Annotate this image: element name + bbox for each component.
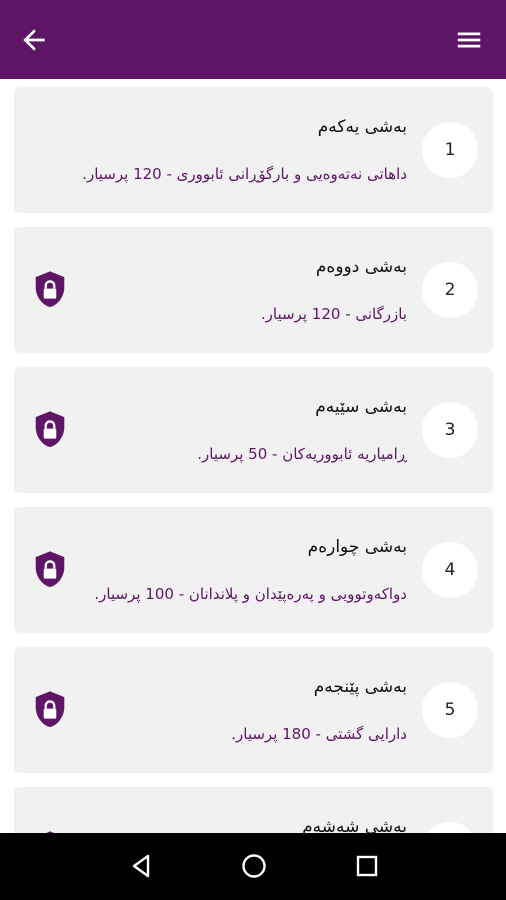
section-title: بەشی سێیەم	[315, 397, 407, 417]
section-title: بەشی پێنجەم	[313, 677, 407, 697]
section-card-2[interactable]: 2 بەشی دووەم بازرگانی - 120 پرسیار.	[14, 227, 493, 353]
section-card-1[interactable]: 1 بەشی یەکەم داهاتی نەتەوەیی و بارگۆڕانی…	[14, 87, 493, 213]
section-card-5[interactable]: 5 بەشی پێنجەم دارایی گشتی - 180 پرسیار.	[14, 647, 493, 773]
section-subtitle: داهاتی نەتەوەیی و بارگۆڕانی ئابووری - 12…	[82, 165, 407, 183]
lock-shield-icon	[35, 271, 65, 308]
section-number: 3	[422, 402, 478, 458]
section-card-3[interactable]: 3 بەشی سێیەم ڕامیاریە ئابووریەکان - 50 پ…	[14, 367, 493, 493]
nav-home-icon[interactable]	[239, 851, 269, 881]
section-number: 1	[422, 122, 478, 178]
nav-back-icon[interactable]	[126, 851, 156, 881]
section-number: 5	[422, 682, 478, 738]
section-subtitle: بازرگانی - 120 پرسیار.	[260, 305, 407, 323]
section-number: 2	[422, 262, 478, 318]
lock-shield-icon	[35, 691, 65, 728]
section-card-6[interactable]: 6 بەشی شەشەم	[14, 787, 493, 833]
section-subtitle: ڕامیاریە ئابووریەکان - 50 پرسیار.	[197, 445, 407, 463]
section-number: 4	[422, 542, 478, 598]
app-bar	[0, 0, 506, 79]
lock-shield-icon	[35, 411, 65, 448]
section-title: بەشی دووەم	[315, 257, 407, 277]
section-title: بەشی چوارەم	[307, 537, 407, 557]
hamburger-menu-icon[interactable]	[454, 25, 484, 55]
section-card-4[interactable]: 4 بەشی چوارەم دواکەوتوویی و پەرەپێدان و …	[14, 507, 493, 633]
lock-shield-icon	[35, 551, 65, 588]
arrow-left-icon[interactable]	[18, 24, 50, 56]
system-nav-bar	[0, 833, 506, 900]
section-number: 6	[422, 822, 478, 833]
section-title: بەشی یەکەم	[317, 117, 407, 137]
sections-list: 1 بەشی یەکەم داهاتی نەتەوەیی و بارگۆڕانی…	[0, 79, 506, 833]
nav-recents-icon[interactable]	[352, 851, 382, 881]
section-subtitle: دارایی گشتی - 180 پرسیار.	[231, 725, 407, 743]
section-subtitle: دواکەوتوویی و پەرەپێدان و پلاندانان - 10…	[94, 585, 407, 603]
section-title: بەشی شەشەم	[302, 817, 407, 833]
